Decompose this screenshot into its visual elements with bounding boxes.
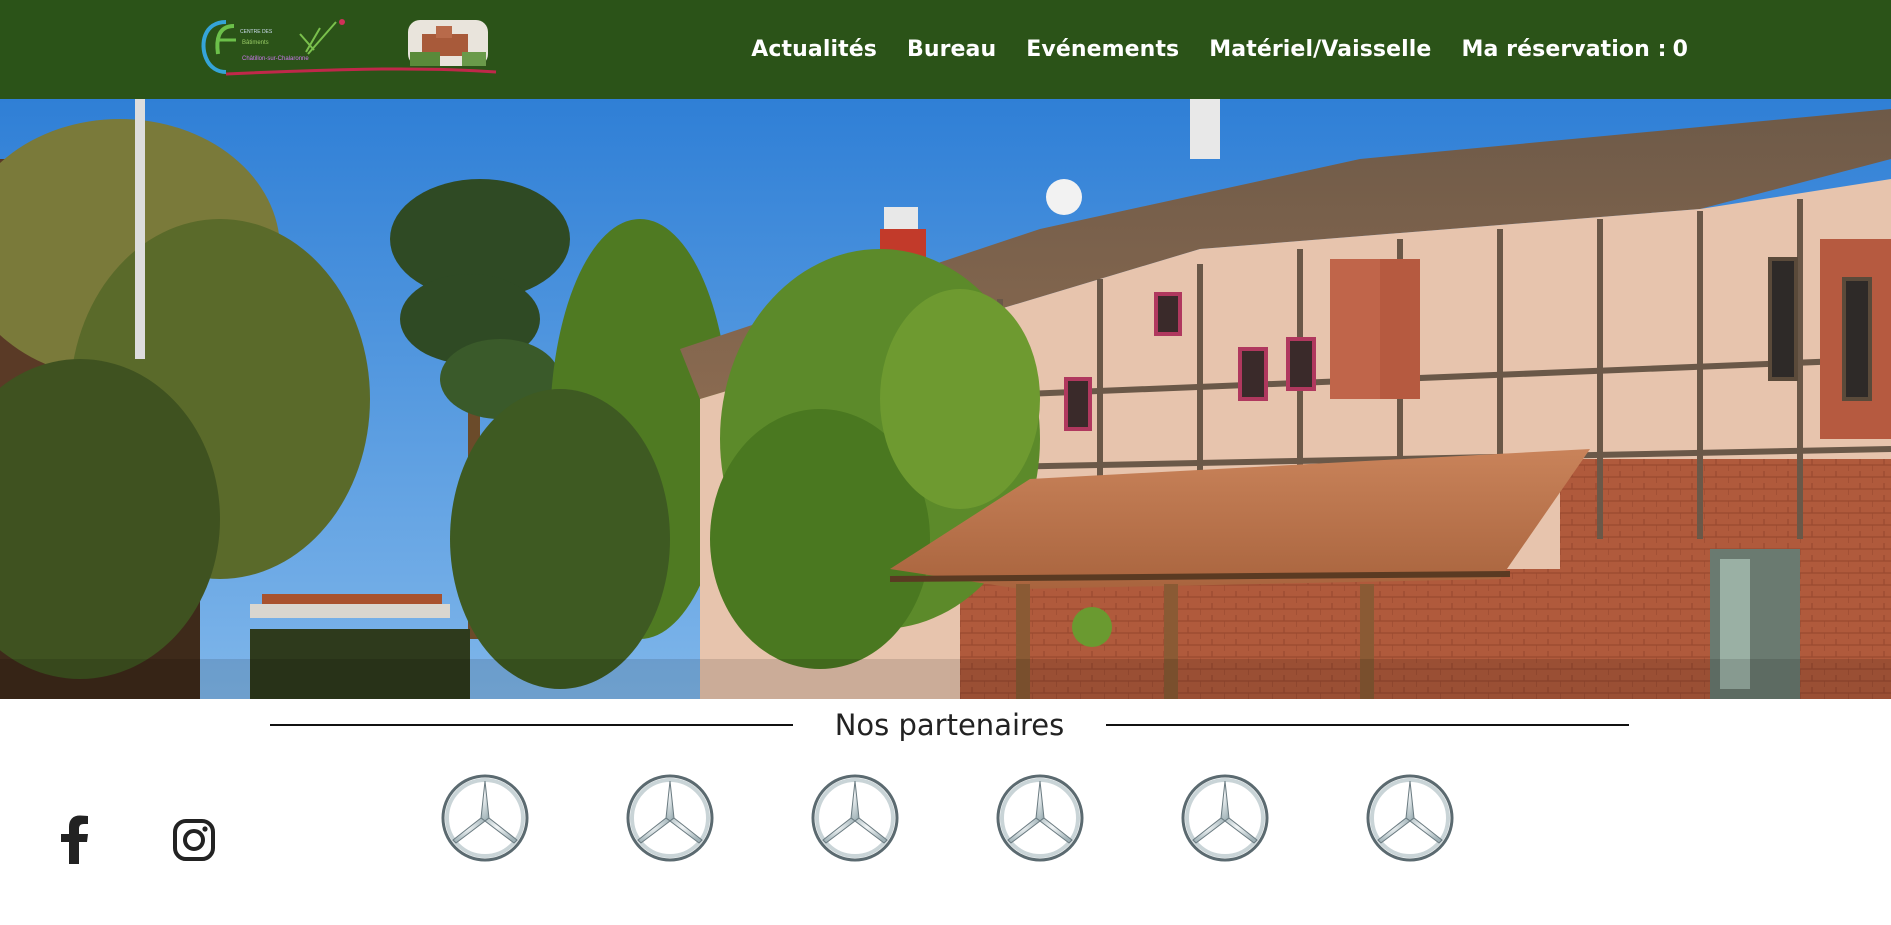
site-logo[interactable]: CENTRE DES Bâtiments Châtillon-sur-Chala…	[196, 14, 498, 80]
partner-logo-3[interactable]	[810, 773, 900, 863]
partner-logo-1[interactable]	[440, 773, 530, 863]
nav-materiel-vaisselle[interactable]: Matériel/Vaisselle	[1209, 37, 1431, 62]
reservation-count: 0	[1672, 37, 1688, 62]
partners-heading: Nos partenaires	[270, 705, 1629, 745]
partner-logo-5[interactable]	[1180, 773, 1270, 863]
mercedes-star-logo	[441, 774, 529, 862]
nav-evenements[interactable]: Evénements	[1026, 37, 1179, 62]
mercedes-star-logo	[1366, 774, 1454, 862]
facebook-icon[interactable]	[56, 814, 92, 864]
nav-ma-reservation[interactable]: Ma réservation : 0	[1461, 37, 1688, 62]
mercedes-star-logo	[811, 774, 899, 862]
mercedes-star-logo	[626, 774, 714, 862]
instagram-icon[interactable]	[172, 818, 216, 862]
village-half-timbered-house-photo	[0, 99, 1891, 699]
reservation-label: Ma réservation :	[1461, 37, 1667, 62]
partner-logos	[440, 773, 1460, 863]
site-header: CENTRE DES Bâtiments Châtillon-sur-Chala…	[0, 0, 1891, 99]
heading-divider-left	[270, 724, 793, 726]
svg-text:CENTRE DES: CENTRE DES	[240, 29, 273, 35]
hero-banner	[0, 99, 1891, 699]
nav-actualites[interactable]: Actualités	[751, 37, 877, 62]
mercedes-star-logo	[996, 774, 1084, 862]
partner-logo-6[interactable]	[1365, 773, 1455, 863]
partner-logo-4[interactable]	[995, 773, 1085, 863]
partner-logo-2[interactable]	[625, 773, 715, 863]
main-nav: Actualités Bureau Evénements Matériel/Va…	[751, 0, 1688, 99]
partners-title: Nos partenaires	[834, 708, 1065, 742]
heading-divider-right	[1106, 724, 1629, 726]
svg-text:Bâtiments: Bâtiments	[242, 40, 269, 46]
nav-bureau[interactable]: Bureau	[907, 37, 996, 62]
svg-text:Châtillon-sur-Chalaronne: Châtillon-sur-Chalaronne	[242, 56, 309, 62]
mercedes-star-logo	[1181, 774, 1269, 862]
